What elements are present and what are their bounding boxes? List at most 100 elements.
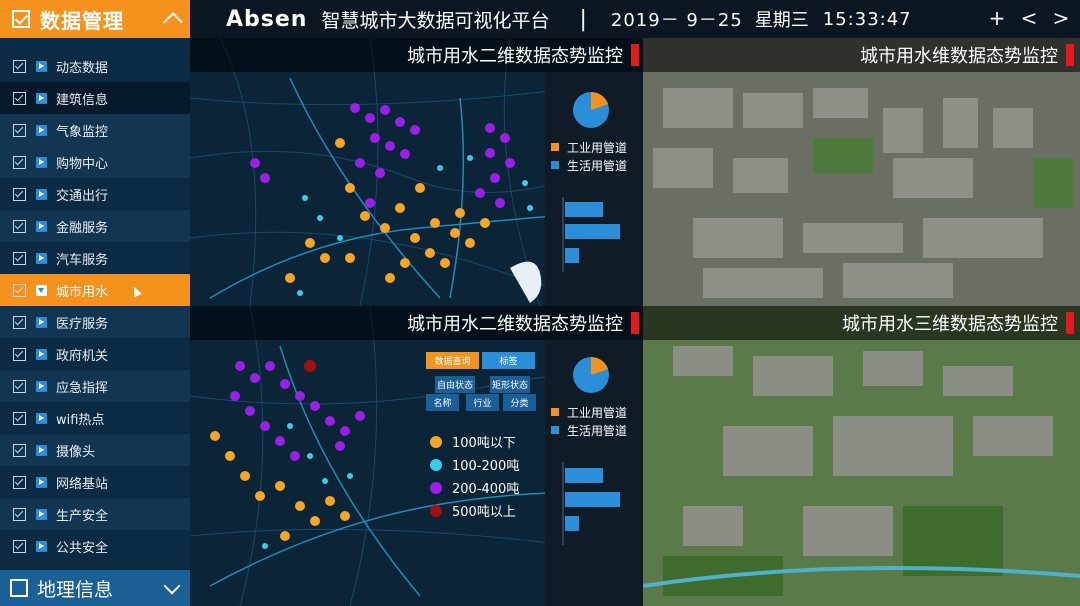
shape-state-button[interactable]: 矩形状态 [490, 376, 530, 393]
checkbox-icon[interactable] [13, 251, 26, 265]
status-marker [1066, 312, 1074, 334]
checkbox-icon[interactable] [13, 475, 26, 489]
chevron-up-icon[interactable] [163, 12, 183, 32]
status-marker [631, 44, 639, 66]
checkbox-icon[interactable] [13, 187, 26, 201]
expand-arrow-icon[interactable] [36, 444, 47, 456]
checkbox-icon[interactable] [13, 123, 26, 137]
expand-arrow-icon[interactable] [36, 252, 47, 264]
sidebar-item-traffic[interactable]: 交通出行 [0, 178, 190, 210]
expand-arrow-icon[interactable] [36, 412, 47, 424]
date-display: 2019－ 9－25 [610, 10, 743, 31]
panel-title: 城市用水维数据态势监控 [860, 46, 1058, 67]
legend-label: 500吨以上 [452, 505, 516, 520]
checkbox-icon[interactable] [13, 379, 26, 393]
mouse-cursor-icon [130, 284, 142, 298]
map-3d-panel[interactable] [643, 306, 1080, 606]
expand-arrow-icon[interactable] [36, 156, 47, 168]
legend-swatch-industrial [551, 408, 559, 416]
plus-icon[interactable]: + [988, 6, 1006, 30]
checkbox-icon[interactable] [13, 347, 26, 361]
sidebar-item-label: 摄像头 [56, 444, 96, 460]
sidebar-item-public-safety[interactable]: 公共安全 [0, 530, 190, 562]
legend-label: 工业用管道 [567, 140, 628, 155]
checkbox-icon[interactable] [12, 10, 30, 28]
sidebar-item-emergency[interactable]: 应急指挥 [0, 370, 190, 402]
sidebar-item-label: 交通出行 [56, 188, 109, 204]
sidebar-item-dynamic-data[interactable]: 动态数据 [0, 50, 190, 82]
checkbox-icon[interactable] [13, 219, 26, 233]
sidebar-item-production-safety[interactable]: 生产安全 [0, 498, 190, 530]
satellite-map-panel[interactable] [643, 38, 1080, 306]
panel-title-bar-bottom-right: 城市用水三维数据态势监控 [643, 306, 1080, 340]
industry-filter-button[interactable]: 行业 [466, 394, 499, 411]
expand-arrow-icon[interactable] [36, 60, 47, 72]
sidebar-item-city-water[interactable]: 城市用水 [0, 274, 190, 306]
checkbox-icon[interactable] [13, 315, 26, 329]
nav-controls: + < > [988, 6, 1070, 30]
sidebar-item-auto-service[interactable]: 汽车服务 [0, 242, 190, 274]
sidebar-footer-geo-info[interactable]: 地理信息 [0, 570, 190, 606]
weekday-display: 星期三 [754, 10, 809, 31]
legend-label: 100吨以下 [452, 436, 516, 451]
pipe-legend: 工业用管道 生活用管道 [551, 138, 627, 174]
expand-arrow-icon[interactable] [36, 220, 47, 232]
expand-arrow-icon[interactable] [36, 316, 47, 328]
sidebar-item-camera[interactable]: 摄像头 [0, 434, 190, 466]
sidebar-header-data-management[interactable]: 数据管理 [0, 0, 190, 38]
checkbox-icon[interactable] [13, 155, 26, 169]
expand-arrow-icon[interactable] [36, 348, 47, 360]
panel-title-bar-top-right: 城市用水维数据态势监控 [643, 38, 1080, 72]
expand-arrow-icon[interactable] [36, 92, 47, 104]
chevron-down-icon[interactable] [163, 577, 181, 595]
panel-title: 城市用水二维数据态势监控 [407, 314, 623, 335]
legend-label: 100-200吨 [452, 459, 520, 474]
sidebar-item-base-station[interactable]: 网络基站 [0, 466, 190, 498]
water-volume-legend: 100吨以下 100-200吨 200-400吨 500吨以上 [430, 430, 519, 522]
chevron-right-icon[interactable]: > [1052, 6, 1070, 30]
stats-panel-top: 工业用管道 生活用管道 [545, 72, 643, 306]
checkbox-icon[interactable] [13, 411, 26, 425]
sidebar-list: 动态数据 建筑信息 气象监控 购物中心 交通出行 金融服务 汽车服务 城市用水 … [0, 50, 190, 562]
pipe-legend-bottom: 工业用管道 生活用管道 [551, 403, 627, 439]
checkbox-icon[interactable] [13, 283, 26, 297]
expand-arrow-icon[interactable] [36, 380, 47, 392]
expand-arrow-icon[interactable] [36, 284, 47, 296]
sidebar-item-label: 建筑信息 [56, 92, 109, 108]
legend-dot [430, 481, 442, 494]
expand-arrow-icon[interactable] [36, 476, 47, 488]
expand-arrow-icon[interactable] [36, 540, 47, 552]
legend-label: 工业用管道 [567, 405, 628, 420]
top-bar: Absen 智慧城市大数据可视化平台 | 2019－ 9－25 星期三 15:3… [190, 0, 1080, 38]
chevron-left-icon[interactable]: < [1020, 6, 1038, 30]
checkbox-icon[interactable] [13, 59, 26, 73]
checkbox-icon[interactable] [13, 507, 26, 521]
sidebar-item-label: 医疗服务 [56, 316, 109, 332]
checkbox-icon[interactable] [13, 91, 26, 105]
sidebar-item-finance[interactable]: 金融服务 [0, 210, 190, 242]
tab-tags[interactable]: 标签 [482, 352, 535, 369]
sidebar-item-wifi[interactable]: wifi热点 [0, 402, 190, 434]
free-state-button[interactable]: 自由状态 [435, 376, 475, 393]
checkbox-icon[interactable] [10, 579, 28, 597]
legend-dot [430, 504, 442, 517]
legend-swatch-domestic [551, 426, 559, 434]
category-filter-button[interactable]: 分类 [503, 394, 536, 411]
sidebar-item-label: 气象监控 [56, 124, 109, 140]
sidebar-item-label: 汽车服务 [56, 252, 109, 268]
checkbox-icon[interactable] [13, 443, 26, 457]
legend-swatch-industrial [551, 143, 559, 151]
expand-arrow-icon[interactable] [36, 508, 47, 520]
tab-data-query[interactable]: 数据查询 [426, 352, 479, 369]
sidebar-item-government[interactable]: 政府机关 [0, 338, 190, 370]
sidebar-item-shopping[interactable]: 购物中心 [0, 146, 190, 178]
sidebar-item-weather[interactable]: 气象监控 [0, 114, 190, 146]
checkbox-icon[interactable] [13, 539, 26, 553]
name-filter-button[interactable]: 名称 [426, 394, 459, 411]
expand-arrow-icon[interactable] [36, 124, 47, 136]
expand-arrow-icon[interactable] [36, 188, 47, 200]
sidebar-item-medical[interactable]: 医疗服务 [0, 306, 190, 338]
status-marker [1066, 44, 1074, 66]
sidebar-item-buildings[interactable]: 建筑信息 [0, 82, 190, 114]
sidebar-item-label: 公共安全 [56, 540, 109, 556]
